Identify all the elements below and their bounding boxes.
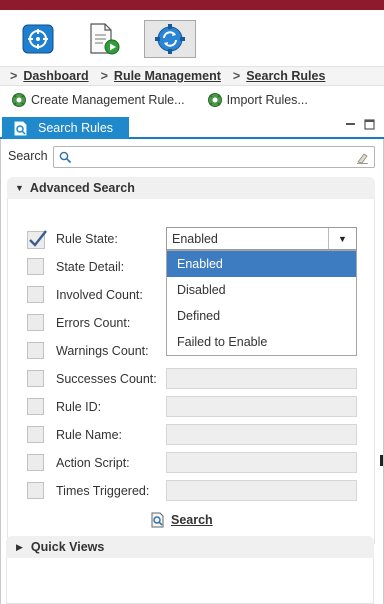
- maximize-icon[interactable]: [364, 119, 375, 130]
- rules-sync-gear-icon: [155, 24, 185, 54]
- field-label: Rule State:: [56, 232, 118, 246]
- create-rule-button[interactable]: Create Management Rule...: [11, 92, 185, 108]
- checkbox[interactable]: [27, 398, 44, 415]
- field-label: Rule Name:: [56, 428, 122, 442]
- search-doc-icon: [151, 512, 164, 528]
- rule-id-input[interactable]: [166, 396, 357, 417]
- advanced-search-header[interactable]: ▼ Advanced Search: [7, 177, 375, 199]
- checkbox[interactable]: [27, 454, 44, 471]
- option-enabled[interactable]: Enabled: [167, 251, 356, 277]
- field-row-times-triggered: Times Triggered:: [27, 480, 367, 502]
- quick-views-body: [6, 558, 374, 604]
- rule-state-dropdown: Enabled Disabled Defined Failed to Enabl…: [166, 250, 357, 356]
- rule-name-input[interactable]: [166, 424, 357, 445]
- quick-views-title: Quick Views: [30, 540, 105, 554]
- tab-search-rules[interactable]: Search Rules: [2, 117, 129, 139]
- import-rules-icon: [207, 93, 222, 107]
- main-toolbar: [0, 10, 384, 66]
- documents-button[interactable]: [78, 20, 130, 58]
- document-play-icon: [90, 23, 120, 55]
- field-label: Warnings Count:: [56, 344, 149, 358]
- import-rules-button[interactable]: Import Rules...: [207, 92, 308, 108]
- rule-state-select[interactable]: Enabled ▼: [166, 227, 357, 250]
- breadcrumb-search-rules[interactable]: Search Rules: [246, 69, 325, 83]
- rules-button[interactable]: [144, 20, 196, 58]
- field-label: Successes Count:: [56, 372, 157, 386]
- checkbox[interactable]: [27, 286, 44, 303]
- create-rule-label: Create Management Rule...: [31, 93, 185, 107]
- checkbox[interactable]: [27, 314, 44, 331]
- checkbox[interactable]: [27, 258, 44, 275]
- successes-count-input[interactable]: [166, 368, 357, 389]
- search-rules-tab-icon: [14, 121, 27, 135]
- checkbox-checked[interactable]: [27, 229, 47, 249]
- caret-right-icon: ▶: [16, 541, 23, 552]
- tab-label: Search Rules: [38, 121, 114, 135]
- breadcrumb: > Dashboard > Rule Management > Search R…: [0, 66, 384, 86]
- field-label: Rule ID:: [56, 400, 102, 414]
- resize-handle[interactable]: [380, 455, 383, 466]
- field-row-rule-name: Rule Name:: [27, 424, 367, 446]
- field-row-rule-id: Rule ID:: [27, 396, 367, 418]
- option-failed-to-enable[interactable]: Failed to Enable: [167, 329, 356, 355]
- caret-down-icon: ▼: [15, 183, 24, 193]
- breadcrumb-dashboard[interactable]: Dashboard: [23, 69, 88, 83]
- checkbox[interactable]: [27, 426, 44, 443]
- search-label: Search: [8, 149, 48, 163]
- dashboard-button[interactable]: [12, 20, 64, 58]
- tab-bar: Search Rules: [0, 115, 384, 139]
- search-input[interactable]: [53, 146, 375, 168]
- top-brand-bar: [0, 0, 384, 10]
- search-button[interactable]: Search: [150, 512, 213, 528]
- breadcrumb-separator: >: [100, 69, 108, 83]
- breadcrumb-separator: >: [10, 69, 18, 83]
- rule-state-value: Enabled: [172, 231, 218, 246]
- breadcrumb-rule-management[interactable]: Rule Management: [114, 69, 221, 83]
- option-defined[interactable]: Defined: [167, 303, 356, 329]
- checkbox[interactable]: [27, 342, 44, 359]
- create-rule-icon: [12, 93, 26, 107]
- clear-icon[interactable]: [356, 151, 369, 164]
- import-rules-label: Import Rules...: [226, 93, 308, 107]
- field-label: State Detail:: [56, 260, 125, 274]
- action-script-input[interactable]: [166, 452, 357, 473]
- search-icon: [59, 151, 72, 164]
- dashboard-icon: [22, 24, 54, 54]
- field-row-action-script: Action Script:: [27, 452, 367, 474]
- search-row: Search: [8, 146, 375, 168]
- quick-views-header[interactable]: ▶ Quick Views: [6, 536, 374, 558]
- search-button-label: Search: [171, 513, 213, 527]
- chevron-down-icon[interactable]: ▼: [328, 228, 356, 249]
- field-row-rule-state: Rule State: Enabled ▼: [27, 227, 367, 250]
- field-label: Errors Count:: [56, 316, 131, 330]
- times-triggered-input[interactable]: [166, 480, 357, 501]
- field-row-successes-count: Successes Count:: [27, 368, 367, 390]
- field-label: Action Script:: [56, 456, 130, 470]
- action-bar: Create Management Rule... Import Rules..…: [0, 87, 384, 113]
- breadcrumb-separator: >: [232, 69, 241, 83]
- field-label: Times Triggered:: [56, 484, 150, 498]
- checkbox[interactable]: [27, 370, 44, 387]
- option-disabled[interactable]: Disabled: [167, 277, 356, 303]
- advanced-search-title: Advanced Search: [29, 181, 135, 195]
- checkbox[interactable]: [27, 482, 44, 499]
- minimize-icon[interactable]: [345, 119, 356, 130]
- field-label: Involved Count:: [56, 288, 143, 302]
